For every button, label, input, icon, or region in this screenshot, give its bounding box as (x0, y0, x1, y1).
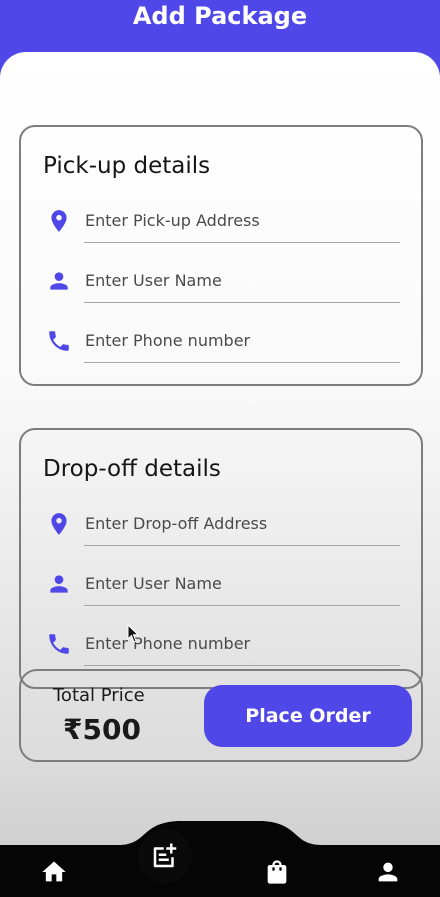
phone-icon (45, 327, 73, 355)
location-pin-icon (45, 207, 73, 235)
nav-home[interactable] (39, 857, 69, 887)
shopping-bag-icon (267, 860, 287, 884)
place-order-button[interactable]: Place Order (204, 685, 412, 747)
home-icon (42, 861, 66, 882)
pickup-phone-input[interactable] (84, 319, 400, 363)
pickup-address-input[interactable] (84, 199, 400, 243)
dropoff-username-input[interactable] (84, 562, 400, 606)
mouse-cursor-icon (127, 624, 140, 643)
add-note-icon (153, 843, 177, 868)
nav-add-package[interactable] (138, 829, 192, 883)
dropoff-address-field (21, 502, 421, 550)
total-price-value: ₹500 (63, 713, 141, 746)
nav-orders[interactable] (262, 857, 292, 887)
pickup-username-input[interactable] (84, 259, 400, 303)
pickup-title: Pick-up details (43, 153, 211, 179)
dropoff-details-card: Drop-off details (19, 428, 423, 689)
person-icon (45, 570, 73, 598)
total-price-label: Total Price (53, 685, 145, 706)
phone-icon (45, 630, 73, 658)
dropoff-username-field (21, 562, 421, 610)
pickup-phone-field (21, 319, 421, 367)
location-pin-icon (45, 510, 73, 538)
pickup-username-field (21, 259, 421, 307)
content-sheet: Pick-up details Drop-off details (0, 52, 440, 852)
pickup-details-card: Pick-up details (19, 125, 423, 386)
nav-profile[interactable] (373, 857, 403, 887)
dropoff-address-input[interactable] (84, 502, 400, 546)
dropoff-phone-field (21, 622, 421, 670)
dropoff-title: Drop-off details (43, 456, 221, 482)
pickup-address-field (21, 199, 421, 247)
profile-icon (378, 862, 398, 882)
person-icon (45, 267, 73, 295)
order-summary-box: Total Price ₹500 Place Order (19, 669, 423, 762)
